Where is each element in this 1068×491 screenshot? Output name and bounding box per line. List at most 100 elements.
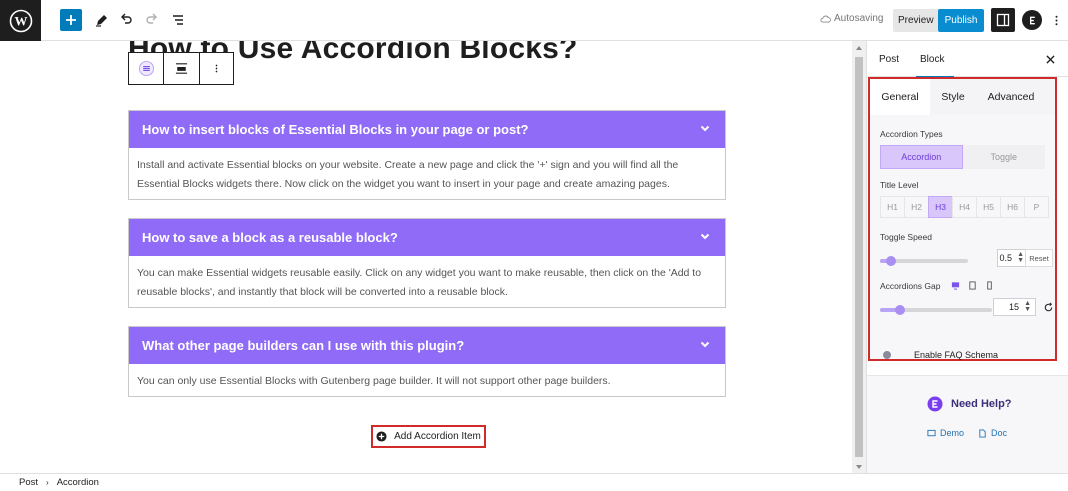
accordion-block-icon bbox=[138, 60, 154, 77]
settings-button[interactable] bbox=[991, 8, 1015, 32]
scroll-down-icon[interactable] bbox=[856, 465, 862, 469]
title-level-selector: H1 H2 H3 H4 H5 H6 P bbox=[880, 196, 1050, 218]
mobile-icon[interactable] bbox=[984, 280, 994, 290]
toggle-speed-label: Toggle Speed bbox=[880, 232, 932, 242]
autosave-text: Autosaving bbox=[834, 13, 884, 24]
block-toolbar bbox=[128, 52, 234, 85]
add-accordion-item-button[interactable]: Add Accordion Item bbox=[371, 425, 486, 448]
add-block-button[interactable] bbox=[60, 9, 82, 31]
accordion-type-accordion[interactable]: Accordion bbox=[880, 145, 963, 169]
chevron-down-icon[interactable] bbox=[699, 229, 711, 247]
editor-canvas: How to Use Accordion Blocks? How to inse… bbox=[0, 41, 852, 473]
accordions-gap-input[interactable]: 15 ▲ ▼ bbox=[993, 298, 1036, 316]
accordion-item: How to insert blocks of Essential Blocks… bbox=[128, 110, 726, 200]
accordion-item: How to save a block as a reusable block?… bbox=[128, 218, 726, 308]
tab-block[interactable]: Block bbox=[915, 41, 956, 78]
help-panel: Need Help? Demo Doc bbox=[867, 375, 1068, 473]
block-type-button[interactable] bbox=[129, 53, 164, 84]
accordion-types-label: Accordion Types bbox=[880, 129, 943, 139]
essential-blocks-icon bbox=[1029, 16, 1035, 24]
accordion-content: Install and activate Essential blocks on… bbox=[137, 159, 679, 190]
accordion-header[interactable]: How to save a block as a reusable block? bbox=[129, 219, 725, 256]
toggle-speed-value: 0.5 bbox=[999, 253, 1012, 263]
title-level-h3[interactable]: H3 bbox=[928, 196, 953, 218]
toggle-speed-slider[interactable] bbox=[880, 256, 968, 266]
tab-style[interactable]: Style bbox=[930, 79, 976, 115]
faq-schema-toggle[interactable] bbox=[880, 349, 902, 360]
reset-button[interactable]: Reset bbox=[1025, 249, 1053, 267]
slider-handle[interactable] bbox=[895, 305, 905, 315]
undo-icon bbox=[121, 13, 132, 24]
slider-handle[interactable] bbox=[886, 256, 896, 266]
general-panel: Accordion Types Accordion Toggle Title L… bbox=[870, 115, 1055, 360]
vertical-dots-icon bbox=[215, 64, 218, 73]
desktop-icon[interactable] bbox=[950, 280, 960, 290]
publish-button[interactable]: Publish bbox=[938, 9, 984, 32]
scrollbar-thumb[interactable] bbox=[855, 57, 863, 457]
redo-button[interactable] bbox=[140, 8, 164, 32]
editor-scrollbar[interactable] bbox=[852, 41, 866, 473]
accordion-title: How to insert blocks of Essential Blocks… bbox=[142, 122, 529, 137]
accordion-type-selector: Accordion Toggle bbox=[880, 145, 1045, 169]
breadcrumb-separator-icon: › bbox=[46, 478, 49, 487]
preview-button[interactable]: Preview bbox=[893, 9, 939, 32]
accordion-content: You can make Essential widgets reusable … bbox=[137, 267, 702, 298]
align-icon bbox=[175, 63, 188, 74]
scroll-up-icon[interactable] bbox=[856, 46, 862, 50]
essential-blocks-button[interactable] bbox=[1022, 10, 1042, 30]
accordion-header[interactable]: What other page builders can I use with … bbox=[129, 327, 725, 364]
accordion-header[interactable]: How to insert blocks of Essential Blocks… bbox=[129, 111, 725, 148]
breadcrumb: Post › Accordion bbox=[0, 473, 1068, 491]
undo-button[interactable] bbox=[114, 8, 138, 32]
align-button[interactable] bbox=[164, 53, 200, 84]
block-settings-panel: General Style Advanced Accordion Types A… bbox=[868, 77, 1057, 361]
accordion-type-toggle[interactable]: Toggle bbox=[963, 145, 1046, 169]
tab-post[interactable]: Post bbox=[879, 41, 899, 77]
close-icon bbox=[1045, 54, 1055, 64]
breadcrumb-item-accordion[interactable]: Accordion bbox=[57, 477, 99, 488]
title-level-h6[interactable]: H6 bbox=[1000, 196, 1025, 218]
close-sidebar-button[interactable] bbox=[1043, 52, 1057, 66]
stepper-icon[interactable]: ▲ ▼ bbox=[1024, 300, 1031, 313]
demo-link-label: Demo bbox=[940, 428, 965, 438]
doc-link-label: Doc bbox=[991, 428, 1008, 438]
doc-link[interactable]: Doc bbox=[978, 428, 1007, 438]
tools-button[interactable] bbox=[89, 8, 113, 32]
need-help-title: Need Help? bbox=[951, 398, 1012, 410]
tablet-icon[interactable] bbox=[967, 280, 977, 290]
stepper-icon[interactable]: ▲ ▼ bbox=[1017, 251, 1024, 264]
title-level-h4[interactable]: H4 bbox=[952, 196, 977, 218]
options-button[interactable] bbox=[1050, 8, 1062, 32]
essential-blocks-logo-icon bbox=[927, 396, 943, 412]
block-options-button[interactable] bbox=[200, 53, 233, 84]
faq-schema-label: Enable FAQ Schema bbox=[914, 350, 999, 360]
list-view-icon bbox=[173, 15, 183, 25]
wordpress-logo-icon[interactable]: W bbox=[0, 0, 41, 41]
monitor-icon bbox=[927, 429, 936, 436]
need-help-heading: Need Help? bbox=[927, 396, 1012, 412]
chevron-down-icon[interactable] bbox=[699, 337, 711, 355]
accordion-item: What other page builders can I use with … bbox=[128, 326, 726, 397]
chevron-down-icon[interactable] bbox=[699, 121, 711, 139]
editor-top-bar: W Autosaving Preview Publish bbox=[0, 0, 1068, 41]
accordions-gap-slider[interactable] bbox=[880, 305, 992, 315]
title-level-h5[interactable]: H5 bbox=[976, 196, 1001, 218]
tab-advanced[interactable]: Advanced bbox=[976, 79, 1046, 115]
accordion-title: What other page builders can I use with … bbox=[142, 338, 465, 353]
plus-circle-icon bbox=[376, 431, 387, 442]
help-links: Demo Doc bbox=[927, 428, 1007, 438]
sidebar-toggle-icon bbox=[996, 13, 1010, 27]
demo-link[interactable]: Demo bbox=[927, 428, 964, 438]
title-level-h2[interactable]: H2 bbox=[904, 196, 929, 218]
reset-icon[interactable] bbox=[1043, 302, 1054, 313]
pencil-icon bbox=[96, 15, 107, 27]
redo-icon bbox=[146, 13, 157, 24]
tab-general[interactable]: General bbox=[870, 79, 930, 115]
breadcrumb-item-post[interactable]: Post bbox=[19, 477, 38, 488]
title-level-p[interactable]: P bbox=[1024, 196, 1049, 218]
autosave-status: Autosaving bbox=[820, 13, 883, 24]
document-overview-button[interactable] bbox=[166, 8, 190, 32]
accordion-title: How to save a block as a reusable block? bbox=[142, 230, 398, 245]
vertical-dots-icon bbox=[1055, 15, 1057, 25]
title-level-h1[interactable]: H1 bbox=[880, 196, 905, 218]
